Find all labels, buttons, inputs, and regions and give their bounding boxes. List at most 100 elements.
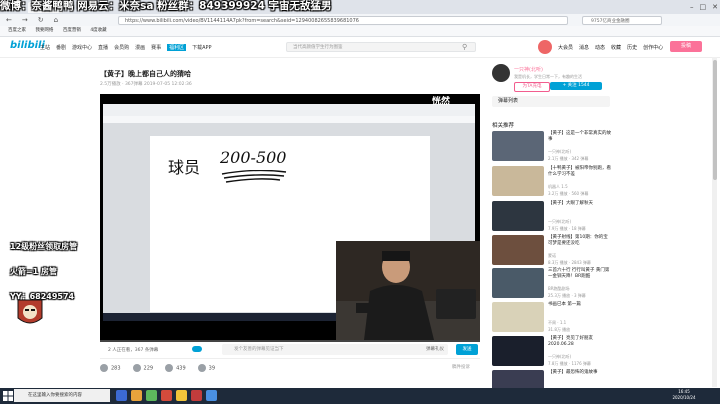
danmaku-etiquette-link[interactable]: 弹幕礼仪 (426, 344, 444, 355)
uploader-avatar[interactable] (492, 64, 510, 82)
charge-button[interactable]: 为TA充电 (514, 82, 550, 92)
share-button[interactable]: 39 (197, 364, 216, 372)
forward-icon[interactable]: → (22, 16, 28, 24)
nav-vip[interactable]: 大会员 (558, 44, 573, 51)
taskbar-search[interactable]: 在这里输入你要搜索的内容 (14, 389, 110, 402)
back-icon[interactable]: ← (6, 16, 12, 24)
app-icon[interactable] (146, 390, 157, 401)
related-video-title[interactable]: 【黄子】最恐怖的鬼故事 (548, 370, 612, 376)
nav-dynamic[interactable]: 动态 (595, 44, 605, 51)
browser-nav: ← → ↻ ⌂ (6, 16, 58, 24)
nav-item[interactable]: 漫画 (135, 44, 145, 51)
related-video-title[interactable]: 【黄子】亮见了好朋友 2020.06.28 (548, 336, 612, 348)
nav-item[interactable]: 游戏中心 (72, 44, 92, 51)
related-video-item[interactable]: 【黄子】大眼了解秋天 一只神(北听) 7.9万 播放 · 18 弹幕 (492, 201, 614, 235)
star-icon (165, 364, 174, 372)
nav-item[interactable]: 会员购 (114, 44, 129, 51)
danmaku-toggle[interactable] (192, 346, 202, 352)
related-video-author[interactable]: 一只神(北听) (548, 354, 571, 360)
nav-favorites[interactable]: 收藏 (611, 44, 621, 51)
bookmark-item[interactable]: 百度营销 (63, 28, 81, 33)
favorite-count: 439 (176, 365, 186, 372)
related-video-stats: 31.8万 播放 (548, 327, 571, 332)
nav-item[interactable]: 直播 (98, 44, 108, 51)
related-video-title[interactable]: 三首六十行 行行叫黄子 黄门第一金钏天降！BR跑酷 (548, 268, 612, 280)
related-video-author[interactable]: BR跑酷剧场 (548, 286, 570, 292)
nav-item[interactable]: 番剧 (56, 44, 66, 51)
danmaku-send-button[interactable]: 发送 (456, 344, 478, 355)
danmaku-list-toggle[interactable]: 弹幕列表 (492, 96, 610, 107)
related-video-title[interactable]: 【黄子射线】第10期：你的宝可梦是要还没吃 (548, 235, 612, 247)
video-thumbnail[interactable] (492, 201, 544, 231)
uploader-name[interactable]: 一只神(北听) (514, 66, 543, 73)
like-count: 283 (111, 365, 121, 372)
user-avatar[interactable] (538, 40, 552, 54)
video-thumbnail[interactable] (492, 336, 544, 366)
video-actions: 283 229 439 39 (100, 364, 480, 372)
bookmark-item[interactable]: 4度收藏 (90, 28, 106, 33)
video-meta: 2.5万播放 · 367弹幕 2019-07-05 12:02:36 (100, 82, 192, 87)
video-thumbnail[interactable] (492, 235, 544, 265)
upload-button[interactable]: 投稿 (670, 41, 702, 52)
nav-messages[interactable]: 消息 (579, 44, 589, 51)
nav-item[interactable]: 福利区 (167, 44, 187, 51)
related-video-title[interactable]: 【黄子】这是一个非常真实的故事 (548, 131, 612, 143)
app-icon[interactable] (176, 390, 187, 401)
related-video-item[interactable]: 三首六十行 行行叫黄子 黄门第一金钏天降！BR跑酷 BR跑酷剧场 25.3万 播放 … (492, 268, 614, 302)
related-video-stats: 25.3万 播放 · 3 弹幕 (548, 293, 586, 298)
bookmark-item[interactable]: 百度之家 (8, 28, 26, 33)
related-video-title[interactable]: 书画已本 第一篇 (548, 302, 612, 308)
nav-creator[interactable]: 创作中心 (643, 44, 663, 51)
related-video-item[interactable]: 书画已本 第一篇 不周 · 1.1 31.8万 播放 (492, 302, 614, 336)
like-button[interactable]: 283 (100, 364, 121, 372)
nav-history[interactable]: 历史 (627, 44, 637, 51)
related-video-stats: 7.8万 播放 · 1176 弹幕 (548, 361, 591, 366)
related-video-stats: 3.2万 播放 · 560 弹幕 (548, 191, 589, 196)
video-thumbnail[interactable] (492, 302, 544, 332)
windows-start-icon[interactable] (3, 391, 13, 401)
share-count: 39 (208, 365, 216, 372)
underline-scribble (221, 170, 287, 183)
app-icon[interactable] (131, 390, 142, 401)
app-icon[interactable] (116, 390, 127, 401)
related-video-author[interactable]: 机器人 1.5 (548, 184, 568, 190)
related-video-item[interactable]: 【黄子】亮见了好朋友 2020.06.28 一只神(北听) 7.8万 播放 · 11… (492, 336, 614, 370)
nav-item[interactable]: 赛事 (151, 44, 161, 51)
browser-app-icon[interactable] (206, 390, 217, 401)
main-nav: 主站 番剧 游戏中心 直播 会员购 漫画 赛事 福利区 下载APP (40, 44, 212, 51)
related-video-title[interactable]: 【十鸭黄子】被阳帝你别跑，看什么学习不差 (548, 166, 612, 178)
related-video-item[interactable]: 【十鸭黄子】被阳帝你别跑，看什么学习不差机器人 1.5 3.2万 播放 · 560… (492, 166, 614, 200)
watching-count: 2 人正在看，367 条弹幕 (108, 348, 159, 353)
related-video-title[interactable]: 【黄子】大眼了解秋天 (548, 201, 612, 207)
app-icon[interactable] (191, 390, 202, 401)
favorite-button[interactable]: 439 (165, 364, 186, 372)
url-bar[interactable]: https://www.bilibili.com/video/BV1144114… (118, 15, 568, 25)
related-video-author[interactable]: 一只神(北听) (548, 219, 571, 225)
danmaku-input[interactable]: 发个友善的弹幕见证当下 (222, 344, 448, 355)
refresh-icon[interactable]: ↻ (38, 16, 44, 24)
video-thumbnail[interactable] (492, 166, 544, 196)
related-video-author[interactable]: 蒙诺 (548, 253, 556, 259)
related-video-author[interactable]: 不周 · 1.1 (548, 320, 566, 326)
search-icon[interactable]: ⚲ (462, 43, 467, 51)
taskbar-apps (116, 390, 217, 401)
browser-search-box[interactable]: 9757亿商业金融圈 (582, 15, 662, 25)
related-video-author[interactable]: 一只神(北听) (548, 149, 571, 155)
home-icon[interactable]: ⌂ (54, 16, 58, 24)
site-search-input[interactable]: 当代高颜值学生行为图鉴 (286, 42, 476, 52)
video-thumbnail[interactable] (492, 131, 544, 161)
nav-item[interactable]: 下载APP (192, 44, 211, 51)
related-video-item[interactable]: 【黄子】这是一个非常真实的故事一只神(北听) 2.1万 播放 · 342 弹幕 (492, 131, 614, 165)
nav-item[interactable]: 主站 (40, 44, 50, 51)
follow-button[interactable]: + 关注 1544 (550, 82, 602, 90)
coin-button[interactable]: 229 (132, 364, 153, 372)
user-nav: 大会员 消息 动态 收藏 历史 创作中心 (558, 44, 663, 51)
related-video-stats: 2.1万 播放 · 342 弹幕 (548, 156, 589, 161)
scrollbar-thumb[interactable] (712, 60, 717, 180)
related-video-stats: 7.9万 播放 · 18 弹幕 (548, 226, 586, 231)
report-link[interactable]: 稿件投诉 (452, 364, 470, 370)
related-video-item[interactable]: 【黄子射线】第10期：你的宝可梦是要还没吃 蒙诺 8.3万 播放 · 2843 弹幕 (492, 235, 614, 269)
bookmark-item[interactable]: 我要网络 (35, 28, 53, 33)
video-thumbnail[interactable] (492, 268, 544, 298)
app-icon[interactable] (161, 390, 172, 401)
